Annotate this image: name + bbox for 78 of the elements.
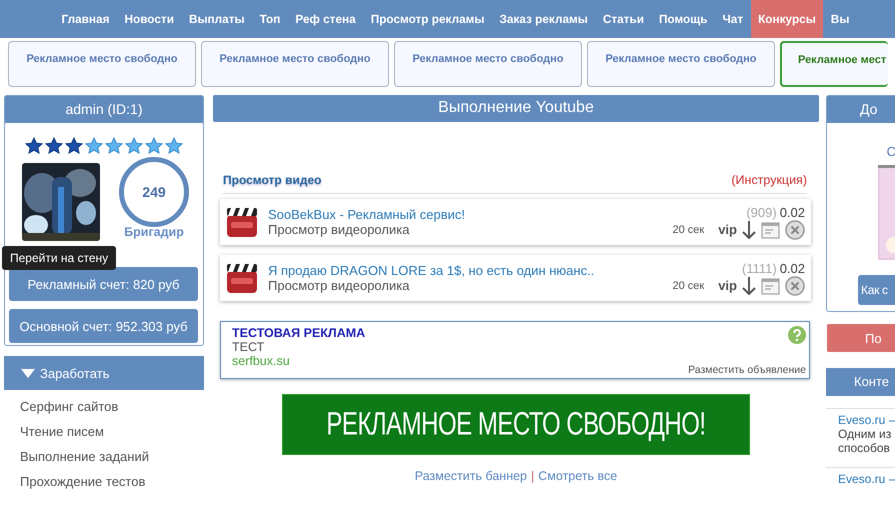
entry-text: способов — [837, 441, 891, 455]
account-button[interactable]: Основной счет: 952.303 руб — [9, 309, 198, 343]
entry-text: Одним из — [837, 427, 892, 441]
task-link[interactable]: SooBekBux - Рекламный сервис! — [268, 207, 662, 222]
ad-slot[interactable]: Рекламное место свободно — [201, 41, 389, 87]
close-icon — [785, 276, 805, 296]
side-title: Конте — [826, 368, 895, 396]
star-icon — [25, 137, 43, 154]
task-subtitle: Просмотр видеоролика — [268, 278, 410, 293]
star-icon — [65, 137, 83, 154]
empty-star-icon — [165, 137, 183, 154]
task-subtitle: Просмотр видеоролика — [268, 222, 410, 237]
view-count: (1111) — [742, 260, 777, 276]
ad-slot[interactable]: Рекламное мест — [780, 41, 888, 87]
vip-label: vip — [718, 222, 737, 237]
empty-star-icon — [145, 137, 163, 154]
side-title: До — [827, 96, 895, 123]
ad-text: ТЕСТ — [232, 340, 266, 354]
nav-link[interactable]: Статьи — [595, 0, 652, 38]
ad-title[interactable]: ТЕСТОВАЯ РЕКЛАМА — [232, 326, 366, 340]
arrow-down-icon — [741, 220, 757, 240]
level-ring: 249 — [119, 157, 189, 227]
view-count: (909) — [746, 204, 777, 220]
ad-url[interactable]: serfbux.su — [232, 354, 366, 368]
ad-slot[interactable]: Рекламное место свободно — [394, 41, 582, 87]
vip-label: vip — [718, 278, 737, 293]
nav-link[interactable]: Просмотр рекламы — [363, 0, 492, 38]
place-ad-link[interactable]: Разместить объявление — [688, 364, 806, 376]
empty-star-icon — [105, 137, 123, 154]
youtube-clapper-icon — [226, 262, 258, 294]
menu-item[interactable]: Выполнение заданий — [4, 444, 204, 469]
entry-link[interactable]: Eveso.ru – — [826, 408, 895, 427]
menu-item[interactable]: Чтение писем — [4, 419, 204, 444]
menu-header[interactable]: Заработать — [4, 356, 204, 390]
entry-link[interactable]: Eveso.ru – — [826, 467, 895, 486]
star-icon — [45, 137, 63, 154]
empty-star-icon — [125, 137, 143, 154]
separator: | — [531, 469, 534, 483]
arrow-down-icon — [741, 276, 757, 296]
rank-label: Бригадир — [124, 225, 184, 239]
nav-link[interactable]: Выплаты — [181, 0, 252, 38]
nav-link[interactable]: Чат — [714, 0, 751, 38]
close-icon — [785, 220, 805, 240]
banner-link[interactable]: Разместить баннер — [414, 469, 528, 483]
nav-link[interactable]: Главная — [54, 0, 117, 38]
account-button[interactable]: Рекламный счет: 820 руб — [9, 267, 198, 301]
nav-link[interactable]: Реф стена — [288, 0, 364, 38]
profile-title: admin (ID:1) — [5, 96, 203, 123]
tooltip: Перейти на стену — [2, 246, 116, 270]
section-header: Выполнение Youtube — [213, 95, 819, 122]
menu-item[interactable]: Прохождение тестов — [4, 469, 204, 494]
duration: 20 сек — [672, 224, 704, 236]
banner-text: РЕКЛАМНОЕ МЕСТО СВОБОДНО! — [326, 406, 706, 444]
menu-item[interactable]: Серфинг сайтов — [4, 394, 204, 419]
ad-slot[interactable]: Рекламное место свободно — [8, 41, 196, 87]
instruction-link[interactable]: (Инструкция) — [731, 173, 807, 187]
price: 0.02 — [780, 260, 805, 276]
nav-link[interactable]: Новости — [116, 0, 182, 38]
side-button[interactable]: Как с — [858, 275, 895, 305]
ad-slot[interactable]: Рекламное место свободно — [587, 41, 775, 87]
nav-link[interactable]: Конкурсы — [750, 0, 824, 38]
note-icon — [761, 220, 781, 238]
section-title: Просмотр видео — [223, 173, 322, 187]
nav-link[interactable]: Топ — [252, 0, 288, 38]
note-icon — [761, 276, 781, 294]
duration: 20 сек — [672, 280, 704, 292]
ad-banner[interactable]: РЕКЛАМНОЕ МЕСТО СВОБОДНО! — [282, 394, 750, 455]
caret-down-icon — [21, 368, 35, 378]
task-link[interactable]: Я продаю DRAGON LORE за 1$, но есть один нюанс.. — [268, 263, 662, 278]
action-button[interactable]: По — [827, 324, 895, 352]
nav-link[interactable]: Помощь — [651, 0, 715, 38]
price: 0.02 — [780, 204, 805, 220]
empty-star-icon — [85, 137, 103, 154]
banner-link[interactable]: Смотреть все — [538, 469, 618, 483]
nav-link[interactable]: Вы — [823, 0, 857, 38]
help-icon — [788, 326, 806, 344]
nav-link[interactable]: Заказ рекламы — [492, 0, 596, 38]
youtube-clapper-icon — [226, 206, 258, 238]
